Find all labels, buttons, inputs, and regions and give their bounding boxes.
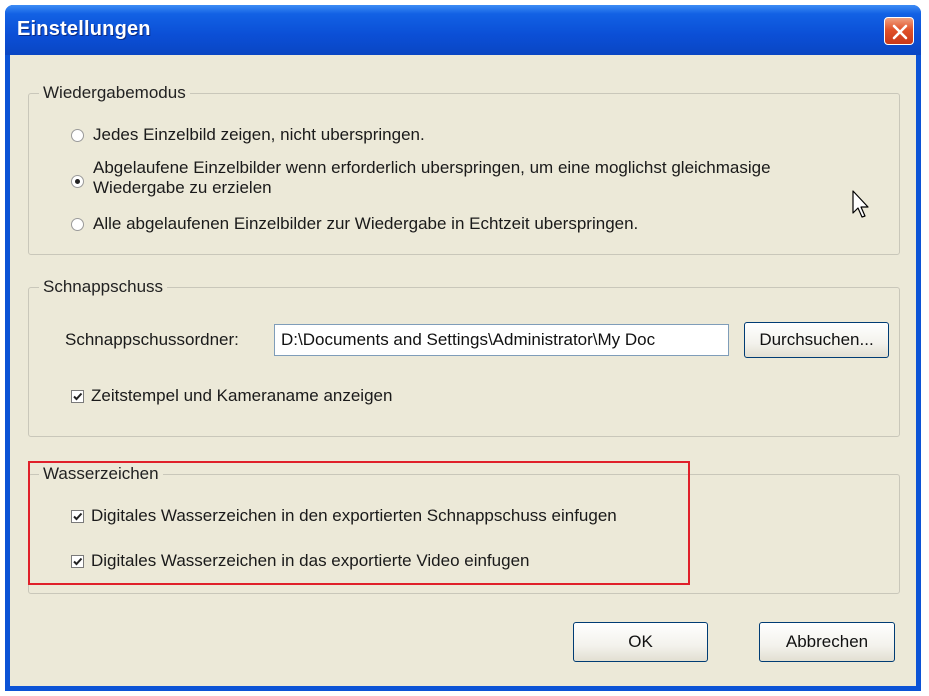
close-button[interactable]	[884, 17, 914, 45]
settings-window: Einstellungen Wiedergabemodus Jedes Einz…	[5, 5, 921, 691]
title-bar[interactable]: Einstellungen	[5, 5, 921, 55]
playback-mode-group: Wiedergabemodus Jedes Einzelbild zeigen,…	[28, 83, 900, 255]
checkmark-icon	[73, 512, 83, 521]
mouse-pointer-icon	[852, 190, 869, 218]
snapshot-group: Schnappschuss Schnappschussordner: D:\Do…	[28, 277, 900, 437]
playback-mode-legend: Wiedergabemodus	[39, 83, 190, 103]
window-title: Einstellungen	[17, 18, 151, 40]
watermark-group: Wasserzeichen Digitales Wasserzeichen in…	[28, 464, 900, 594]
close-icon	[892, 24, 908, 40]
ok-button[interactable]: OK	[573, 622, 708, 662]
snapshot-folder-input[interactable]: D:\Documents and Settings\Administrator\…	[274, 324, 729, 356]
radio-dot-icon	[75, 179, 80, 184]
watermark-snapshot-checkbox[interactable]	[71, 510, 84, 523]
radio-skip-when-needed-label: Abgelaufene Einzelbilder wenn erforderli…	[93, 158, 771, 177]
radio-skip-when-needed-label-line2: Wiedergabe zu erzielen	[93, 178, 272, 197]
radio-button-selected[interactable]	[71, 175, 84, 188]
radio-button[interactable]	[71, 129, 84, 142]
radio-realtime-label: Alle abgelaufenen Einzelbilder zur Wiede…	[93, 214, 639, 233]
watermark-video-checkbox[interactable]	[71, 555, 84, 568]
checkmark-icon	[73, 557, 83, 566]
radio-every-frame-label: Jedes Einzelbild zeigen, nicht ubersprin…	[93, 125, 425, 144]
cancel-button[interactable]: Abbrechen	[759, 622, 895, 662]
watermark-snapshot-label: Digitales Wasserzeichen in den exportier…	[91, 506, 617, 525]
watermark-legend: Wasserzeichen	[39, 464, 163, 484]
dialog-body: Wiedergabemodus Jedes Einzelbild zeigen,…	[10, 55, 916, 686]
timestamp-checkbox[interactable]	[71, 390, 84, 403]
browse-button[interactable]: Durchsuchen...	[744, 322, 889, 358]
snapshot-legend: Schnappschuss	[39, 277, 168, 297]
radio-button[interactable]	[71, 218, 84, 231]
timestamp-label: Zeitstempel und Kameraname anzeigen	[91, 386, 393, 405]
watermark-video-label: Digitales Wasserzeichen in das exportier…	[91, 551, 530, 570]
checkmark-icon	[73, 392, 83, 401]
snapshot-folder-label: Schnappschussordner:	[65, 330, 239, 349]
